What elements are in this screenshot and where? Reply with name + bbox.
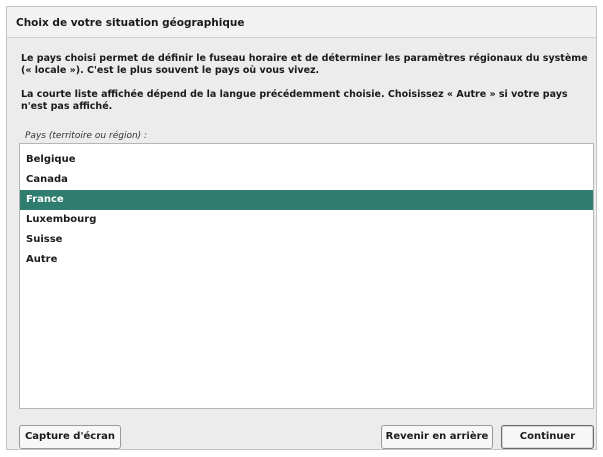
dialog-title: Choix de votre situation géographique — [7, 7, 596, 38]
back-button[interactable]: Revenir en arrière — [381, 425, 493, 449]
country-item-suisse[interactable]: Suisse — [20, 230, 593, 250]
installer-window: Choix de votre situation géographique Le… — [0, 0, 603, 457]
country-item-luxembourg[interactable]: Luxembourg — [20, 210, 593, 230]
description-paragraph-1: Le pays choisi permet de définir le fuse… — [21, 53, 588, 76]
description-text: Le pays choisi permet de définir le fuse… — [21, 53, 591, 113]
country-item-france[interactable]: France — [20, 190, 593, 210]
country-item-belgique[interactable]: Belgique — [20, 150, 593, 170]
country-list[interactable]: Belgique Canada France Luxembourg Suisse… — [19, 143, 594, 409]
continue-button[interactable]: Continuer — [501, 425, 594, 449]
description-paragraph-2: La courte liste affichée dépend de la la… — [21, 89, 568, 112]
country-item-autre[interactable]: Autre — [20, 250, 593, 270]
country-list-label: Pays (territoire ou région) : — [25, 131, 148, 141]
country-item-canada[interactable]: Canada — [20, 170, 593, 190]
screenshot-button[interactable]: Capture d'écran — [19, 425, 121, 449]
location-dialog: Choix de votre situation géographique Le… — [6, 6, 597, 450]
